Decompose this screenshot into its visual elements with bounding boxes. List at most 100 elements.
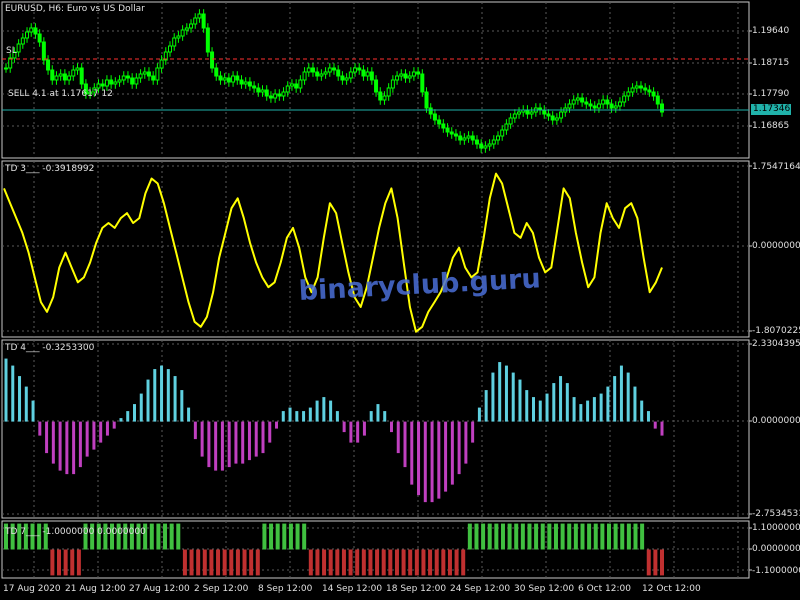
candle-body <box>634 85 639 89</box>
candle-body <box>298 79 303 89</box>
candle-body <box>205 27 210 53</box>
sell-order-label[interactable]: SELL 4.1 at 1.17617 12 <box>8 89 113 100</box>
candle-body <box>508 117 513 125</box>
candle-body <box>100 83 105 87</box>
candle-body <box>550 115 555 121</box>
td4-panel-title: TD 4___ -0.3253300 <box>5 343 95 353</box>
candle-body <box>142 71 147 75</box>
candle-body <box>172 37 177 47</box>
candle-body <box>33 27 38 35</box>
candle-body <box>458 135 463 141</box>
candle-body <box>67 75 72 81</box>
candle-body <box>390 79 395 89</box>
candle-body <box>348 71 353 79</box>
candle-body <box>184 27 189 31</box>
candle-body <box>54 75 59 81</box>
time-label-8: 30 Sep 12:00 <box>514 584 575 594</box>
candle-body <box>155 67 160 81</box>
candle-body <box>575 97 580 101</box>
candle-body <box>567 103 572 109</box>
candle-body <box>310 67 315 73</box>
candle-body <box>210 51 215 69</box>
candle-body <box>512 113 517 119</box>
candle-body <box>332 67 336 71</box>
candle-body <box>609 103 614 109</box>
td3-panel-title: TD 3___ -0.3918992 <box>5 164 95 174</box>
candle-body <box>323 71 328 75</box>
candle-body <box>453 133 458 137</box>
candle-body <box>121 75 126 81</box>
time-label-1: 21 Aug 12:00 <box>65 584 126 594</box>
candle-body <box>264 89 269 97</box>
candle-body <box>41 41 46 61</box>
candle-body <box>466 135 471 139</box>
candle-body <box>643 87 648 91</box>
time-label-6: 18 Sep 12:00 <box>386 584 447 594</box>
td3-line <box>3 172 663 333</box>
candle-body <box>374 79 379 93</box>
candle-body <box>306 67 311 73</box>
candle-body <box>193 17 198 25</box>
candle-body <box>420 73 425 93</box>
main-panel-title: EURUSD, H6: Euro vs US Dollar <box>5 4 145 14</box>
candle-body <box>218 75 223 81</box>
candle-body <box>437 119 442 125</box>
candle-body <box>651 91 656 97</box>
candle-body <box>395 75 400 81</box>
candle-body <box>571 99 576 105</box>
candle-body <box>146 71 151 77</box>
candle-body <box>399 73 404 77</box>
candle-body <box>416 71 421 75</box>
candle-body <box>151 75 156 81</box>
candle-body <box>445 127 450 133</box>
current-price-tag: 1.17346 <box>751 104 791 115</box>
candle-body <box>285 85 290 93</box>
candle-body <box>138 73 143 79</box>
candle-body <box>344 77 349 81</box>
candle-body <box>462 137 467 141</box>
candle-body <box>294 83 299 89</box>
candle-body <box>231 75 236 83</box>
candle-body <box>622 95 627 103</box>
candle-body <box>525 109 530 115</box>
candle-body <box>378 91 383 101</box>
time-label-9: 6 Oct 12:00 <box>578 584 631 594</box>
candle-body <box>529 111 534 115</box>
candle-body <box>605 99 610 105</box>
td7-panel-title: TD 7___ -1.0000000 0.0000000 <box>5 527 146 537</box>
td4-axis-label-2: -2.7534531 <box>752 509 800 519</box>
candle-body <box>546 113 551 117</box>
candle-body <box>50 69 55 81</box>
td3-axis-label-2: -1.8070225 <box>752 326 800 336</box>
candle-body <box>626 91 631 97</box>
candle-body <box>424 91 429 109</box>
time-label-5: 14 Sep 12:00 <box>322 584 383 594</box>
time-label-3: 2 Sep 12:00 <box>194 584 249 594</box>
candle-body <box>340 75 345 81</box>
candle-body <box>479 143 484 149</box>
candle-body <box>580 97 585 103</box>
candle-body <box>500 129 505 137</box>
candle-body <box>214 67 219 77</box>
candle-body <box>197 13 202 19</box>
candle-body <box>504 123 509 131</box>
candle-body <box>281 91 286 97</box>
candle-body <box>487 143 492 147</box>
candle-body <box>20 37 25 45</box>
candle-body <box>58 73 63 77</box>
time-label-0: 17 Aug 2020 <box>3 584 61 594</box>
candle-body <box>613 105 618 109</box>
td7-axis-label-2: -1.1000000 <box>752 566 800 576</box>
candle-body <box>474 139 479 145</box>
candle-body <box>222 77 227 81</box>
td3-axis-label-1: 0.0000000 <box>752 241 800 251</box>
candle-body <box>588 103 593 107</box>
candle-body <box>79 67 84 85</box>
candle-body <box>4 67 8 70</box>
candle-body <box>289 83 294 87</box>
candle-body <box>226 77 231 83</box>
candle-body <box>491 139 496 145</box>
candle-body <box>432 113 437 121</box>
candle-body <box>584 101 589 105</box>
td3-axis-label-0: 1.7547164 <box>752 162 800 172</box>
